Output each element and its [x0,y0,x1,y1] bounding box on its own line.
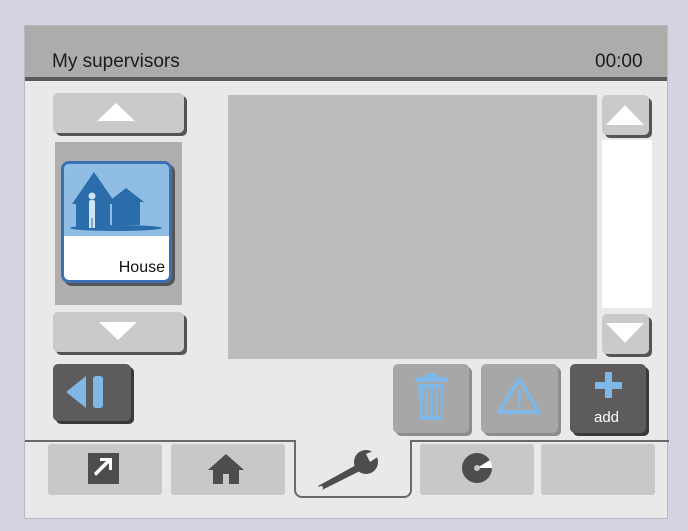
external-link-icon [88,453,119,484]
add-button[interactable]: add [570,364,646,433]
disc-icon [462,453,493,483]
add-button-label: add [594,409,620,426]
list-item-label: House [118,259,165,276]
arrow-down-icon [99,322,137,340]
house-person-icon [70,172,162,231]
wrench-icon [318,448,382,490]
content-scroll-down-button[interactable] [602,314,649,354]
alert-button[interactable] [481,364,558,433]
home-icon [208,454,244,484]
content-scroll-up-button[interactable] [602,95,649,135]
arrow-down-icon [606,323,644,343]
clock: 00:00 [595,51,643,72]
back-arrow-icon [66,376,103,408]
tab-media[interactable] [420,444,534,495]
tile-image-area [64,164,169,236]
page-title: My supervisors [52,51,180,72]
back-button[interactable] [53,364,131,421]
trash-icon [415,373,447,420]
detail-view [228,95,597,359]
tab-home[interactable] [171,444,285,495]
tab-empty[interactable] [541,444,655,495]
tab-external[interactable] [48,444,162,495]
list-scroll-up-button[interactable] [53,93,184,133]
list-item-house[interactable]: House [61,161,172,283]
list-scroll-down-button[interactable] [53,312,184,352]
warning-icon [497,377,541,414]
tab-settings[interactable] [294,440,412,498]
content-scroll-track[interactable] [602,140,652,308]
delete-button[interactable] [393,364,469,433]
arrow-up-icon [97,103,135,121]
plus-icon [595,372,622,398]
arrow-up-icon [606,105,644,125]
